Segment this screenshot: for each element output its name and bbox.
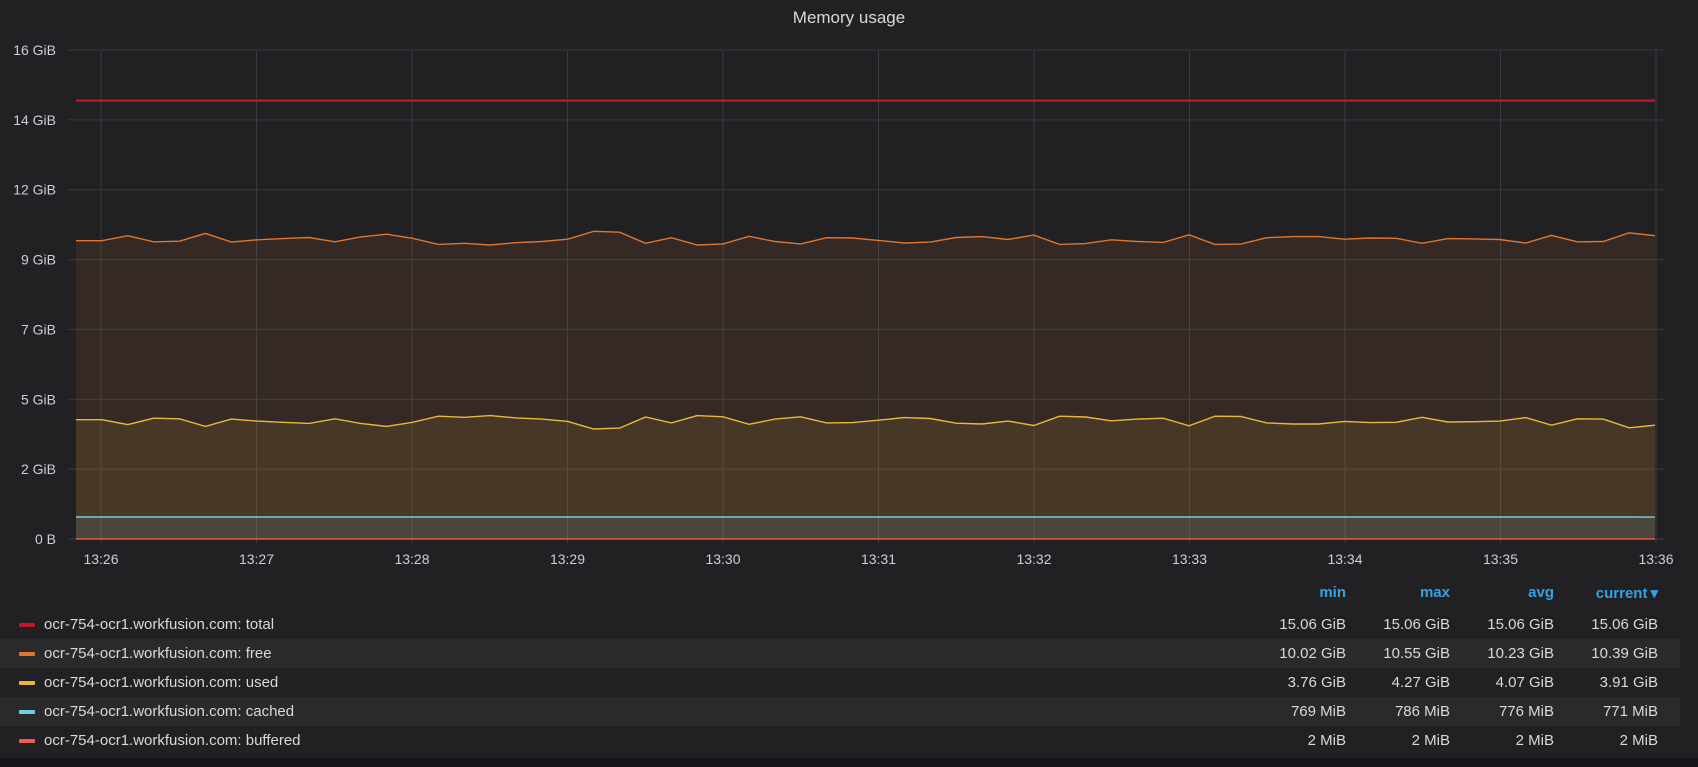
x-tick-label: 13:34 — [1327, 551, 1362, 567]
y-tick-label: 12 GiB — [13, 182, 56, 198]
x-tick-label: 13:33 — [1172, 551, 1207, 567]
series-areas — [76, 231, 1655, 540]
x-tick-label: 13:30 — [705, 551, 740, 567]
x-axis: 13:26 13:27 13:28 13:29 13:30 13:31 13:32 13:33… — [83, 551, 1673, 567]
legend-color-swatch[interactable] — [19, 652, 35, 656]
legend-value-max: 2 MiB — [1411, 732, 1450, 749]
legend-value-max: 10.55 GiB — [1383, 645, 1450, 662]
x-tick-label: 13:29 — [550, 551, 585, 567]
legend-value-max: 4.27 GiB — [1391, 674, 1450, 691]
legend-color-swatch[interactable] — [19, 623, 35, 627]
memory-usage-chart[interactable]: 16 GiB 14 GiB 12 GiB 9 GiB 7 GiB 5 GiB 2 GiB 0 … — [0, 0, 1698, 570]
legend-value-min: 15.06 GiB — [1279, 616, 1346, 633]
y-tick-label: 5 GiB — [21, 391, 56, 407]
legend-value-current: 10.39 GiB — [1591, 645, 1658, 662]
legend-value-min: 3.76 GiB — [1287, 674, 1346, 691]
legend-series-name[interactable]: ocr-754-ocr1.workfusion.com: cached — [44, 703, 294, 720]
x-tick-label: 13:36 — [1638, 551, 1673, 567]
legend-value-max: 786 MiB — [1394, 703, 1450, 720]
legend-value-current: 3.91 GiB — [1599, 674, 1658, 691]
sort-desc-icon: ▾ — [1650, 585, 1658, 602]
legend-table: min max avg current ▾ ocr-754-ocr1.workfu… — [0, 580, 1680, 755]
y-tick-label: 14 GiB — [13, 112, 56, 128]
y-tick-label: 16 GiB — [13, 42, 56, 58]
legend-column-current[interactable]: current ▾ — [1548, 584, 1658, 602]
legend-value-avg: 15.06 GiB — [1487, 616, 1554, 633]
x-tick-label: 13:27 — [239, 551, 274, 567]
legend-column-avg[interactable]: avg — [1444, 584, 1554, 601]
y-tick-label: 0 B — [35, 531, 56, 547]
legend-value-current: 15.06 GiB — [1591, 616, 1658, 633]
y-tick-label: 7 GiB — [21, 321, 56, 337]
x-tick-label: 13:32 — [1016, 551, 1051, 567]
legend-row[interactable]: ocr-754-ocr1.workfusion.com: used 3.76 Gi… — [0, 668, 1680, 697]
current-label: current — [1595, 585, 1648, 602]
legend-series-name[interactable]: ocr-754-ocr1.workfusion.com: buffered — [44, 732, 301, 749]
legend-series-name[interactable]: ocr-754-ocr1.workfusion.com: total — [44, 616, 274, 633]
graph-panel: Memory usage 16 GiB 14 GiB 12 GiB 9 GiB 7 Gi… — [0, 0, 1698, 758]
legend-value-min: 2 MiB — [1307, 732, 1346, 749]
legend-column-max[interactable]: max — [1340, 584, 1450, 601]
legend-value-avg: 4.07 GiB — [1495, 674, 1554, 691]
legend-row[interactable]: ocr-754-ocr1.workfusion.com: total 15.06 … — [0, 610, 1680, 639]
legend-color-swatch[interactable] — [19, 739, 35, 743]
legend-row[interactable]: ocr-754-ocr1.workfusion.com: free 10.02 G… — [0, 639, 1680, 668]
legend-value-min: 10.02 GiB — [1279, 645, 1346, 662]
legend-value-current: 2 MiB — [1619, 732, 1658, 749]
legend-color-swatch[interactable] — [19, 710, 35, 714]
legend-series-name[interactable]: ocr-754-ocr1.workfusion.com: free — [44, 645, 272, 662]
x-tick-label: 13:28 — [394, 551, 429, 567]
legend-rows: ocr-754-ocr1.workfusion.com: total 15.06 … — [0, 610, 1680, 755]
legend-color-swatch[interactable] — [19, 681, 35, 685]
legend-row[interactable]: ocr-754-ocr1.workfusion.com: cached 769 M… — [0, 697, 1680, 726]
legend-value-current: 771 MiB — [1602, 703, 1658, 720]
legend-value-max: 15.06 GiB — [1383, 616, 1450, 633]
x-tick-label: 13:31 — [861, 551, 896, 567]
series-area-cached — [76, 517, 1655, 539]
legend-value-min: 769 MiB — [1290, 703, 1346, 720]
legend-column-min[interactable]: min — [1236, 584, 1346, 601]
legend-header: min max avg current ▾ — [0, 580, 1680, 610]
legend-value-avg: 10.23 GiB — [1487, 645, 1554, 662]
legend-series-name[interactable]: ocr-754-ocr1.workfusion.com: used — [44, 674, 278, 691]
x-tick-label: 13:35 — [1483, 551, 1518, 567]
y-axis: 16 GiB 14 GiB 12 GiB 9 GiB 7 GiB 5 GiB 2 GiB 0 … — [13, 42, 56, 547]
x-tick-label: 13:26 — [83, 551, 118, 567]
legend-value-avg: 776 MiB — [1498, 703, 1554, 720]
legend-value-avg: 2 MiB — [1515, 732, 1554, 749]
y-tick-label: 2 GiB — [21, 461, 56, 477]
legend-row[interactable]: ocr-754-ocr1.workfusion.com: buffered 2 M… — [0, 726, 1680, 755]
y-tick-label: 9 GiB — [21, 252, 56, 268]
